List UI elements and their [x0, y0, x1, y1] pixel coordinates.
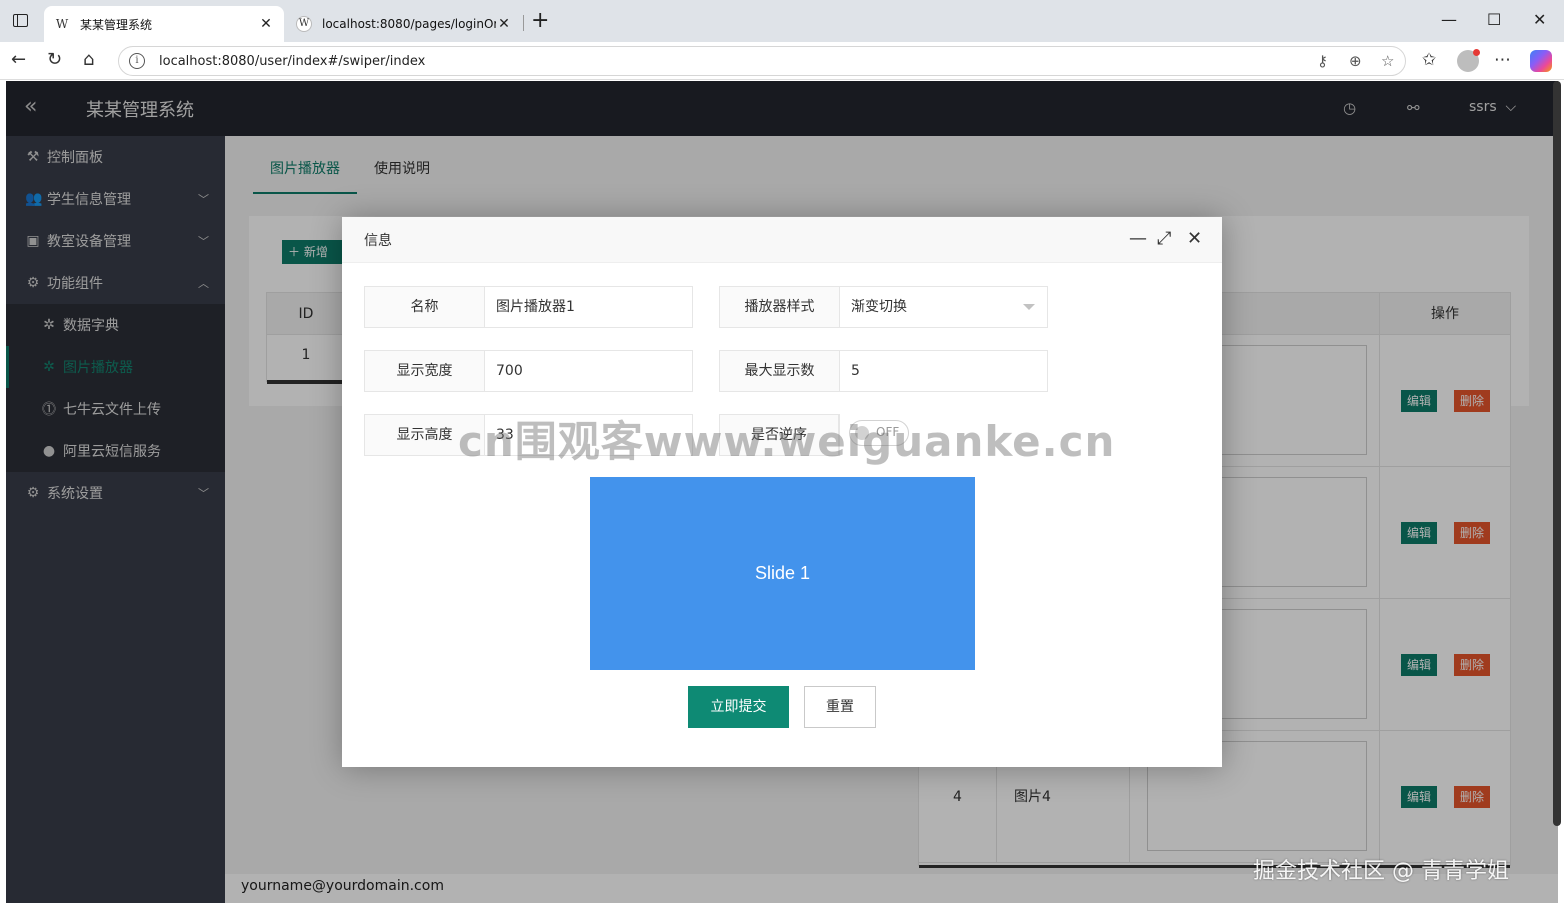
- name-label: 名称: [365, 287, 485, 327]
- favicon-icon: W: [55, 17, 69, 31]
- credit-text: 掘金技术社区 @ 青青学姐: [1253, 859, 1509, 884]
- submit-button[interactable]: 立即提交: [688, 686, 789, 728]
- url-text: localhost:8080/user/index#/swiper/index: [159, 53, 426, 69]
- tab-title: 某某管理系统: [80, 17, 153, 32]
- reload-icon[interactable]: ↻: [47, 50, 62, 70]
- favorites-icon[interactable]: ✩: [1422, 50, 1436, 70]
- dialog-header: 信息 — ⤢ ✕: [342, 217, 1222, 263]
- profile-avatar[interactable]: [1457, 49, 1480, 72]
- width-field: 显示宽度 700: [364, 350, 693, 392]
- caret-down-icon: [1023, 304, 1035, 310]
- zoom-icon[interactable]: ⊕: [1349, 52, 1362, 70]
- name-field: 名称 图片播放器1: [364, 286, 693, 328]
- style-label: 播放器样式: [720, 287, 840, 327]
- max-count-field: 最大显示数 5: [719, 350, 1048, 392]
- copilot-icon[interactable]: [1530, 50, 1552, 72]
- back-icon[interactable]: ←: [11, 50, 26, 70]
- maximize-icon[interactable]: ☐: [1487, 10, 1501, 29]
- style-select[interactable]: 渐变切换: [840, 287, 1047, 327]
- max-count-input[interactable]: 5: [840, 351, 1047, 391]
- info-dialog: 信息 — ⤢ ✕ 名称 图片播放器1 播放器样式 渐变切换 显示宽度 700 最…: [342, 217, 1222, 767]
- browser-tab-inactive[interactable]: W localhost:8080/pages/loginOrReg ✕: [286, 6, 522, 42]
- width-label: 显示宽度: [365, 351, 485, 391]
- reset-button[interactable]: 重置: [804, 686, 876, 728]
- maximize-dialog-icon[interactable]: ⤢: [1157, 229, 1171, 249]
- page-scrollbar[interactable]: [1553, 81, 1561, 826]
- minimize-icon[interactable]: —: [1441, 10, 1457, 29]
- tab-title: localhost:8080/pages/loginOrReg: [322, 17, 496, 31]
- tab-divider: [523, 15, 524, 31]
- browser-tab-active[interactable]: W 某某管理系统 ✕: [44, 6, 284, 42]
- favicon-icon: W: [296, 16, 312, 32]
- slide-preview[interactable]: Slide 1: [590, 477, 975, 670]
- watermark-text: cn围观客www.weiguanke.cn: [458, 417, 1116, 466]
- style-field: 播放器样式 渐变切换: [719, 286, 1048, 328]
- minimize-dialog-icon[interactable]: —: [1129, 229, 1147, 249]
- name-input[interactable]: 图片播放器1: [485, 287, 692, 327]
- site-info-icon[interactable]: i: [129, 53, 145, 69]
- width-input[interactable]: 700: [485, 351, 692, 391]
- close-window-icon[interactable]: ✕: [1533, 10, 1546, 29]
- close-tab-icon[interactable]: ✕: [258, 16, 274, 32]
- browser-tabstrip: W 某某管理系统 ✕ W localhost:8080/pages/loginO…: [0, 0, 1564, 42]
- style-select-value: 渐变切换: [851, 299, 907, 315]
- max-count-label: 最大显示数: [720, 351, 840, 391]
- close-dialog-icon[interactable]: ✕: [1187, 229, 1202, 249]
- url-input[interactable]: i localhost:8080/user/index#/swiper/inde…: [118, 46, 1406, 76]
- key-icon[interactable]: ⚷: [1317, 52, 1328, 70]
- slide-label: Slide 1: [754, 563, 811, 583]
- more-menu-icon[interactable]: ⋯: [1494, 50, 1511, 70]
- address-bar-row: ← ↻ ⌂ i localhost:8080/user/index#/swipe…: [0, 42, 1564, 80]
- close-tab-icon[interactable]: ✕: [496, 16, 512, 32]
- home-icon[interactable]: ⌂: [83, 50, 94, 70]
- window-menu-icon[interactable]: [13, 14, 28, 27]
- new-tab-icon[interactable]: +: [531, 10, 549, 32]
- favorite-star-icon[interactable]: ☆: [1381, 52, 1394, 70]
- dialog-title: 信息: [364, 233, 392, 249]
